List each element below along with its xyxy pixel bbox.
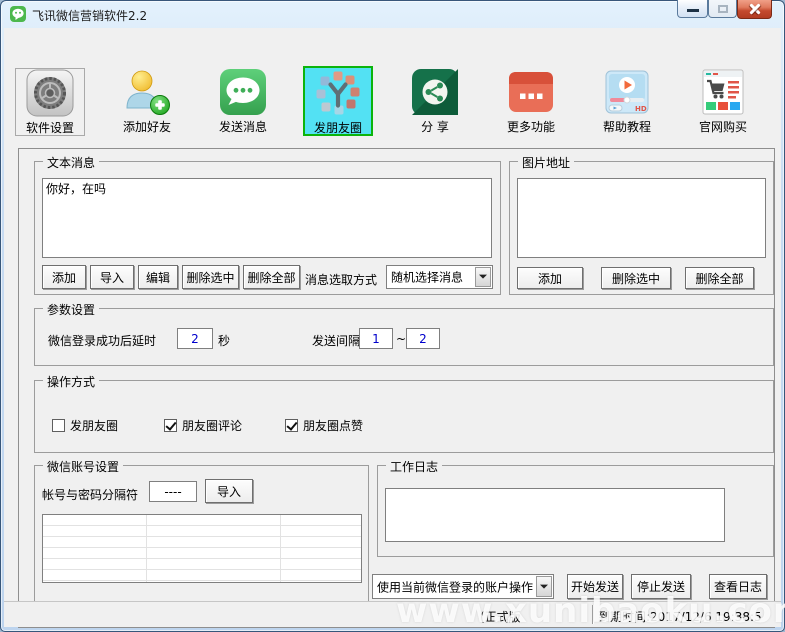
image-delete-selected-button[interactable]: 删除选中 bbox=[601, 267, 671, 289]
toolbar-button-official-store[interactable]: 官网购买 bbox=[688, 68, 758, 136]
minimize-icon bbox=[687, 9, 699, 12]
send-message-icon bbox=[219, 68, 267, 116]
group-title: 操作方式 bbox=[43, 373, 99, 390]
official-store-icon bbox=[699, 68, 747, 116]
minimize-button[interactable] bbox=[677, 0, 708, 18]
toolbar-label: 帮助教程 bbox=[592, 118, 662, 135]
select-mode-label: 消息选取方式 bbox=[305, 271, 377, 288]
toolbar-button-share[interactable]: 分 享 bbox=[400, 68, 470, 136]
settings-icon bbox=[26, 69, 74, 117]
status-expiry-text: 到期时间:2017/12/6 19:38:5 bbox=[598, 608, 762, 625]
checkbox-moments-comment[interactable]: 朋友圈评论 bbox=[164, 417, 242, 434]
group-title: 微信账号设置 bbox=[43, 458, 123, 475]
chevron-down-icon bbox=[536, 576, 552, 597]
maximize-button[interactable] bbox=[708, 0, 737, 18]
client-area: 软件设置 添加好友 发送消息 bbox=[4, 28, 781, 627]
group-operation-mode: 操作方式 bbox=[34, 380, 774, 453]
toolbar-label: 分 享 bbox=[400, 118, 470, 135]
view-log-button[interactable]: 查看日志 bbox=[709, 574, 767, 599]
close-button[interactable] bbox=[737, 0, 772, 19]
image-delete-all-button[interactable]: 删除全部 bbox=[685, 267, 754, 289]
account-import-button[interactable]: 导入 bbox=[205, 479, 253, 503]
moments-icon bbox=[314, 69, 362, 117]
text-message-list[interactable]: 你好，在吗 bbox=[42, 178, 492, 258]
text-delete-selected-button[interactable]: 删除选中 bbox=[182, 265, 239, 289]
toolbar-button-add-friend[interactable]: 添加好友 bbox=[112, 68, 182, 136]
title-bar: 飞讯微信营销软件2.2 bbox=[0, 0, 785, 28]
checkbox-label: 发朋友圈 bbox=[70, 417, 118, 434]
checkbox-post-moments[interactable]: 发朋友圈 bbox=[52, 417, 118, 434]
toolbar-label: 官网购买 bbox=[688, 118, 758, 135]
checkbox-icon bbox=[285, 419, 298, 432]
text-edit-button[interactable]: 编辑 bbox=[138, 265, 178, 289]
more-features-icon bbox=[507, 68, 555, 116]
separator-label: 帐号与密码分隔符 bbox=[42, 486, 138, 503]
checkbox-icon bbox=[164, 419, 177, 432]
checkbox-moments-like[interactable]: 朋友圈点赞 bbox=[285, 417, 363, 434]
stop-send-button[interactable]: 停止发送 bbox=[631, 574, 691, 599]
help-tutorial-icon: HD bbox=[603, 68, 651, 116]
text-delete-all-button[interactable]: 删除全部 bbox=[243, 265, 300, 289]
window-title: 飞讯微信营销软件2.2 bbox=[32, 7, 147, 24]
checkbox-label: 朋友圈评论 bbox=[182, 417, 242, 434]
interval-max-input[interactable] bbox=[406, 328, 440, 349]
start-send-button[interactable]: 开始发送 bbox=[567, 574, 623, 599]
group-title: 参数设置 bbox=[43, 301, 99, 318]
message-select-mode-dropdown[interactable]: 随机选择消息 bbox=[386, 265, 493, 289]
toolbar-label: 添加好友 bbox=[112, 118, 182, 135]
image-address-list[interactable] bbox=[517, 178, 766, 258]
svg-text:HD: HD bbox=[635, 105, 647, 113]
delay-input[interactable] bbox=[177, 328, 213, 349]
text-message-item[interactable]: 你好，在吗 bbox=[43, 179, 491, 198]
group-title: 工作日志 bbox=[386, 458, 442, 475]
account-table[interactable] bbox=[42, 514, 362, 583]
status-divider bbox=[592, 605, 594, 624]
account-mode-dropdown[interactable]: 使用当前微信登录的账户操作 bbox=[372, 574, 554, 599]
status-bar: (正式版 到期时间:2017/12/6 19:38:5 bbox=[4, 601, 781, 627]
interval-tilde-label: ~ bbox=[396, 332, 406, 346]
chevron-down-icon bbox=[475, 267, 491, 287]
text-add-button[interactable]: 添加 bbox=[42, 265, 86, 289]
group-title: 文本消息 bbox=[43, 154, 99, 171]
toolbar-button-help-tutorial[interactable]: HD 帮助教程 bbox=[592, 68, 662, 136]
separator-input[interactable] bbox=[149, 481, 197, 502]
toolbar-label: 发朋友圈 bbox=[305, 119, 371, 136]
delay-unit-label: 秒 bbox=[218, 332, 230, 349]
toolbar-button-moments[interactable]: 发朋友圈 bbox=[303, 66, 373, 136]
share-icon bbox=[411, 68, 459, 116]
dropdown-value: 使用当前微信登录的账户操作 bbox=[377, 578, 533, 595]
work-log-area[interactable] bbox=[385, 488, 725, 542]
toolbar-button-send-message[interactable]: 发送消息 bbox=[208, 68, 278, 136]
toolbar-label: 更多功能 bbox=[496, 118, 566, 135]
checkbox-icon bbox=[52, 419, 65, 432]
toolbar-button-settings[interactable]: 软件设置 bbox=[15, 68, 85, 136]
dropdown-value: 随机选择消息 bbox=[391, 269, 463, 286]
toolbar-label: 发送消息 bbox=[208, 118, 278, 135]
checkbox-label: 朋友圈点赞 bbox=[303, 417, 363, 434]
app-window: 飞讯微信营销软件2.2 软件设置 bbox=[0, 0, 785, 632]
toolbar-label: 软件设置 bbox=[16, 119, 84, 136]
add-friend-icon bbox=[123, 68, 171, 116]
toolbar-button-more-features[interactable]: 更多功能 bbox=[496, 68, 566, 136]
maximize-icon bbox=[718, 5, 728, 13]
status-license-text: (正式版 bbox=[480, 608, 521, 625]
interval-min-input[interactable] bbox=[359, 328, 393, 349]
app-logo-icon bbox=[10, 6, 26, 22]
group-title: 图片地址 bbox=[518, 154, 574, 171]
delay-label: 微信登录成功后延时 bbox=[48, 332, 156, 349]
text-import-button[interactable]: 导入 bbox=[90, 265, 134, 289]
image-add-button[interactable]: 添加 bbox=[517, 267, 583, 289]
